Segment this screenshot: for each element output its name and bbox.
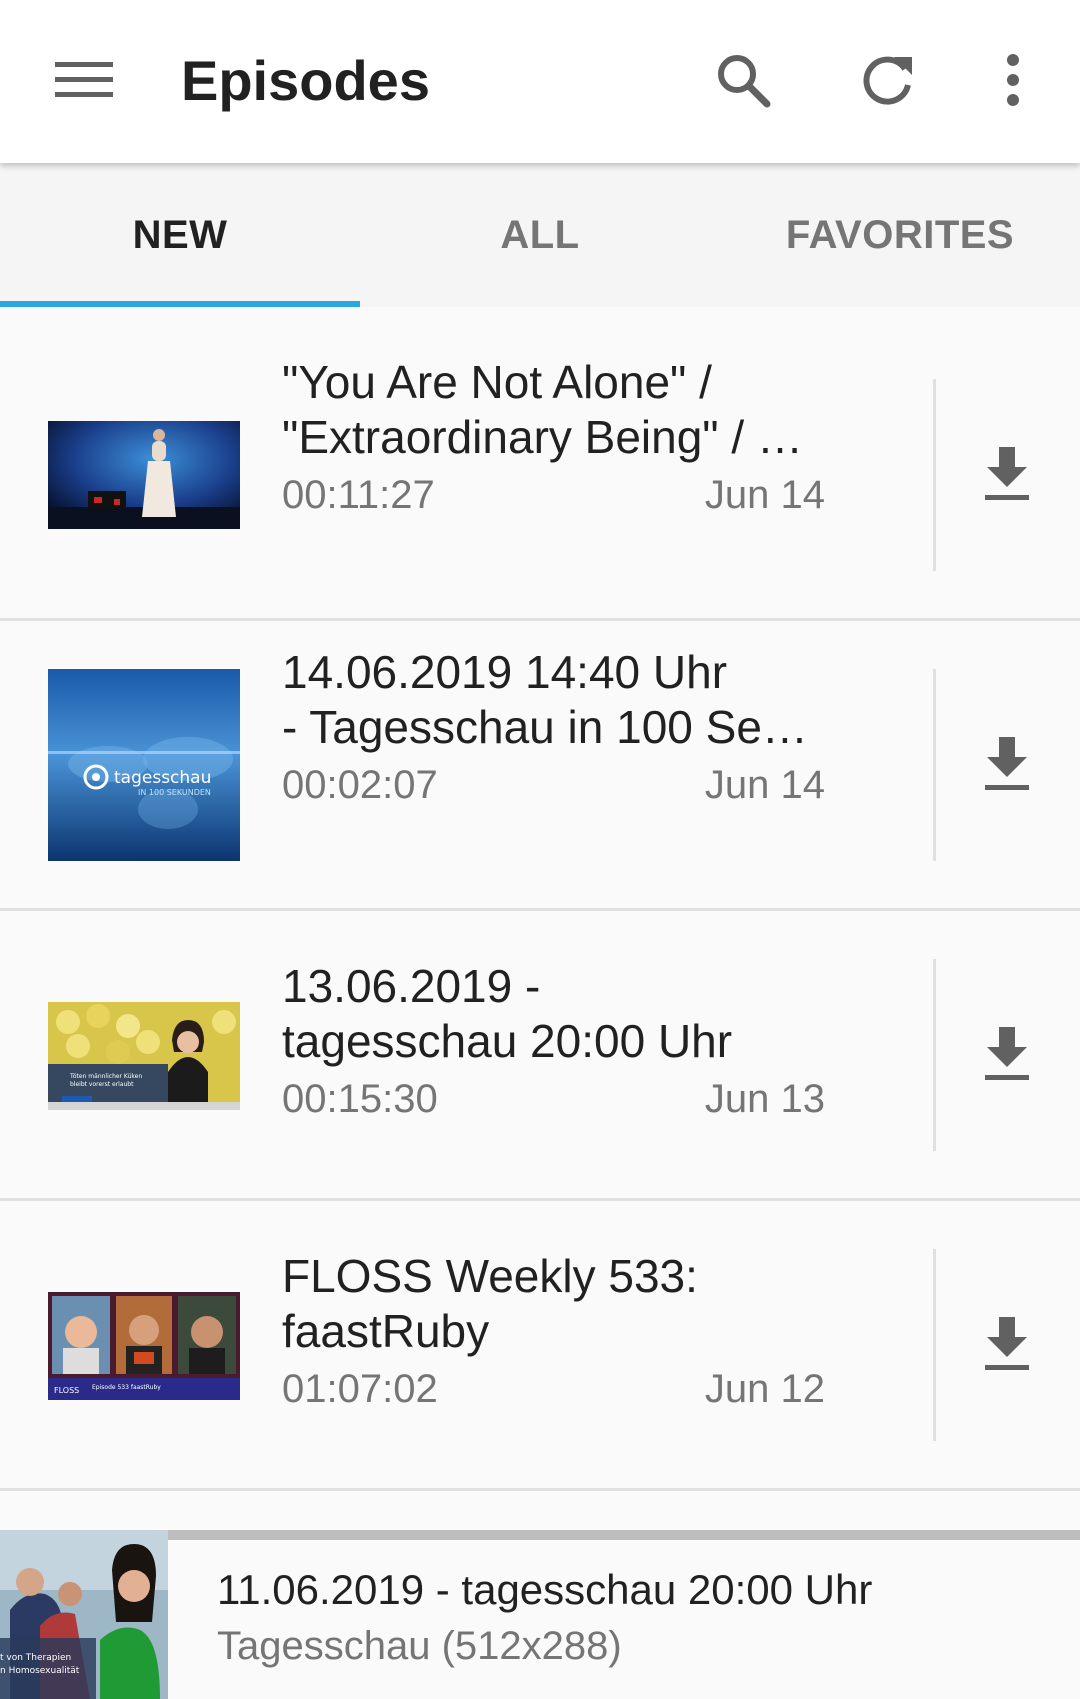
download-icon[interactable]: [977, 1023, 1037, 1083]
episode-duration: 00:15:30: [282, 1077, 438, 1121]
divider: [933, 669, 936, 861]
episode-date: Jun 14: [704, 473, 825, 517]
floss-weekly-hosts-thumbnail: FLOSS Episode 533 faastRuby: [48, 1292, 240, 1400]
divider: [933, 1249, 936, 1441]
download-icon[interactable]: [977, 443, 1037, 503]
list-item[interactable]: FLOSS Episode 533 faastRuby FLOSS Weekly…: [0, 1201, 1080, 1491]
episode-duration: 00:02:07: [282, 763, 438, 807]
page-title: Episodes: [181, 49, 430, 112]
episode-title: FLOSS Weekly 533: faastRuby: [282, 1250, 698, 1357]
thumb-brand: tagesschau: [114, 768, 211, 788]
search-icon[interactable]: [703, 40, 783, 120]
menu-icon[interactable]: [44, 40, 124, 120]
download-icon[interactable]: [977, 1313, 1037, 1373]
episode-date: Jun 13: [704, 1077, 825, 1121]
list-item[interactable]: tagesschau IN 100 SEKUNDEN 14.06.2019 14…: [0, 621, 1080, 911]
player-thumbnail[interactable]: t von Therapien n Homosexualität: [0, 1530, 168, 1699]
episode-date: Jun 12: [704, 1367, 825, 1411]
refresh-icon[interactable]: [848, 40, 928, 120]
list-item[interactable]: Töten männlicher Küken bleibt vorerst er…: [0, 911, 1080, 1201]
episode-duration: 00:11:27: [282, 473, 435, 517]
episode-title: "You Are Not Alone" / "Extraordinary Bei…: [282, 356, 803, 463]
tab-favorites[interactable]: FAVORITES: [720, 163, 1080, 307]
mini-player[interactable]: t von Therapien n Homosexualität 11.06.2…: [0, 1530, 1080, 1699]
tab-bar: NEW ALL FAVORITES: [0, 163, 1080, 307]
divider: [933, 959, 936, 1151]
divider: [933, 379, 936, 571]
episode-date: Jun 14: [704, 763, 825, 807]
episode-title: 14.06.2019 14:40 Uhr - Tagesschau in 100…: [282, 646, 808, 753]
player-title: 11.06.2019 - tagesschau 20:00 Uhr: [217, 1566, 873, 1613]
tagesschau-100-sekunden-thumbnail: tagesschau IN 100 SEKUNDEN: [48, 669, 240, 861]
tab-new[interactable]: NEW: [0, 163, 360, 307]
active-tab-indicator: [0, 301, 360, 307]
stage-performance-thumbnail: [48, 421, 240, 529]
player-progress-track: [168, 1530, 1080, 1540]
more-vert-icon[interactable]: [973, 40, 1053, 120]
episode-meta: 01:07:02 Jun 12: [282, 1367, 825, 1412]
app-toolbar: Episodes: [0, 0, 1080, 163]
tab-all[interactable]: ALL: [360, 163, 720, 307]
news-anchor-chicks-thumbnail: Töten männlicher Küken bleibt vorerst er…: [48, 1002, 240, 1110]
episode-title: 13.06.2019 - tagesschau 20:00 Uhr: [282, 960, 733, 1067]
thumb-caption: Episode 533 faastRuby: [92, 1384, 161, 1391]
episode-meta: 00:15:30 Jun 13: [282, 1077, 825, 1122]
episode-meta: 00:02:07 Jun 14: [282, 763, 825, 808]
thumb-sub: IN 100 SEKUNDEN: [138, 788, 211, 797]
episode-meta: 00:11:27 Jun 14: [282, 473, 825, 518]
list-item[interactable]: "You Are Not Alone" / "Extraordinary Bei…: [0, 307, 1080, 621]
player-subtitle: Tagesschau (512x288): [217, 1624, 622, 1668]
svg-text:FLOSS: FLOSS: [54, 1386, 79, 1395]
download-icon[interactable]: [977, 733, 1037, 793]
svg-text:Töten männlicher Küken: Töten männlicher Küken bleibt vorerst er…: [69, 1073, 144, 1088]
episode-list: "You Are Not Alone" / "Extraordinary Bei…: [0, 307, 1080, 1491]
episode-duration: 01:07:02: [282, 1367, 438, 1411]
